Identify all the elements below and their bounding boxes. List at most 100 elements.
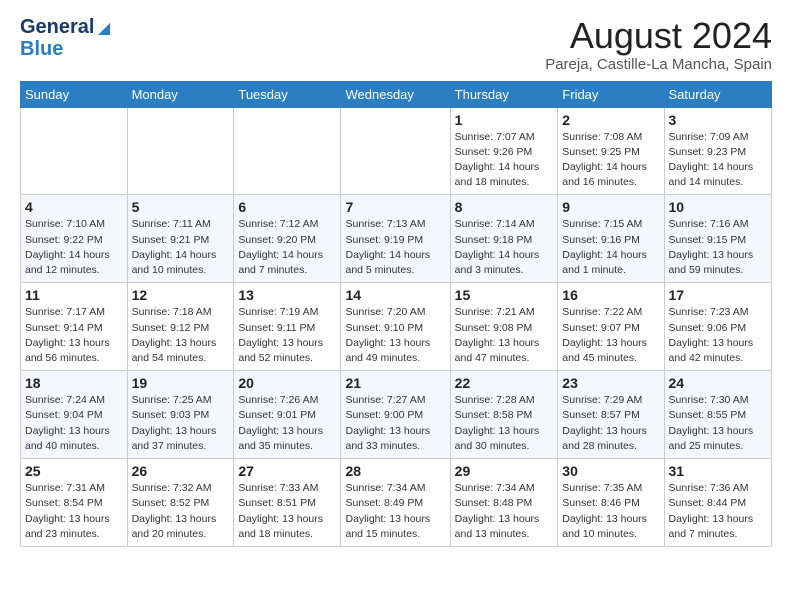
day-number: 25: [25, 463, 123, 479]
week-row-5: 25 Sunrise: 7:31 AMSunset: 8:54 PMDayligh…: [21, 459, 772, 547]
calendar-cell: 20 Sunrise: 7:26 AMSunset: 9:01 PMDayligh…: [234, 371, 341, 459]
day-info: Sunrise: 7:34 AMSunset: 8:48 PMDaylight:…: [455, 481, 554, 542]
logo-general: General: [20, 16, 94, 38]
day-number: 7: [345, 199, 445, 215]
location-subtitle: Pareja, Castille-La Mancha, Spain: [545, 56, 772, 73]
calendar-cell: 11 Sunrise: 7:17 AMSunset: 9:14 PMDayligh…: [21, 283, 128, 371]
day-info: Sunrise: 7:18 AMSunset: 9:12 PMDaylight:…: [132, 305, 230, 366]
calendar-cell: 25 Sunrise: 7:31 AMSunset: 8:54 PMDayligh…: [21, 459, 128, 547]
day-info: Sunrise: 7:16 AMSunset: 9:15 PMDaylight:…: [669, 217, 767, 278]
calendar-cell: 21Sunrise: 7:27 AMSunset: 9:00 PMDayligh…: [341, 371, 450, 459]
day-number: 26: [132, 463, 230, 479]
calendar-cell: 13Sunrise: 7:19 AMSunset: 9:11 PMDayligh…: [234, 283, 341, 371]
day-number: 5: [132, 199, 230, 215]
day-number: 24: [669, 375, 767, 391]
day-info: Sunrise: 7:33 AMSunset: 8:51 PMDaylight:…: [238, 481, 336, 542]
day-number: 27: [238, 463, 336, 479]
day-info: Sunrise: 7:35 AMSunset: 8:46 PMDaylight:…: [562, 481, 659, 542]
day-info: Sunrise: 7:22 AMSunset: 9:07 PMDaylight:…: [562, 305, 659, 366]
day-info: Sunrise: 7:15 AMSunset: 9:16 PMDaylight:…: [562, 217, 659, 278]
day-number: 13: [238, 287, 336, 303]
day-info: Sunrise: 7:28 AMSunset: 8:58 PMDaylight:…: [455, 393, 554, 454]
day-info: Sunrise: 7:14 AMSunset: 9:18 PMDaylight:…: [455, 217, 554, 278]
day-number: 16: [562, 287, 659, 303]
day-info: Sunrise: 7:29 AMSunset: 8:57 PMDaylight:…: [562, 393, 659, 454]
calendar-body: 1 Sunrise: 7:07 AMSunset: 9:26 PMDaylight…: [21, 107, 772, 546]
day-number: 2: [562, 112, 659, 128]
calendar-cell: 1 Sunrise: 7:07 AMSunset: 9:26 PMDaylight…: [450, 107, 558, 195]
days-row: SundayMondayTuesdayWednesdayThursdayFrid…: [21, 81, 772, 107]
calendar-table: SundayMondayTuesdayWednesdayThursdayFrid…: [20, 81, 772, 547]
day-number: 4: [25, 199, 123, 215]
day-number: 10: [669, 199, 767, 215]
logo: General Blue: [20, 16, 113, 60]
day-number: 22: [455, 375, 554, 391]
calendar-cell: 5 Sunrise: 7:11 AMSunset: 9:21 PMDaylight…: [127, 195, 234, 283]
day-info: Sunrise: 7:21 AMSunset: 9:08 PMDaylight:…: [455, 305, 554, 366]
calendar-cell: 2 Sunrise: 7:08 AMSunset: 9:25 PMDaylight…: [558, 107, 664, 195]
month-year-title: August 2024: [545, 16, 772, 56]
calendar-cell: [21, 107, 128, 195]
day-number: 11: [25, 287, 123, 303]
day-number: 18: [25, 375, 123, 391]
calendar-cell: 15Sunrise: 7:21 AMSunset: 9:08 PMDayligh…: [450, 283, 558, 371]
day-info: Sunrise: 7:25 AMSunset: 9:03 PMDaylight:…: [132, 393, 230, 454]
calendar-cell: [127, 107, 234, 195]
day-info: Sunrise: 7:10 AMSunset: 9:22 PMDaylight:…: [25, 217, 123, 278]
day-number: 20: [238, 375, 336, 391]
day-header-wednesday: Wednesday: [341, 81, 450, 107]
day-info: Sunrise: 7:34 AMSunset: 8:49 PMDaylight:…: [345, 481, 445, 542]
calendar-cell: 6Sunrise: 7:12 AMSunset: 9:20 PMDaylight…: [234, 195, 341, 283]
day-info: Sunrise: 7:07 AMSunset: 9:26 PMDaylight:…: [455, 130, 554, 191]
calendar-cell: 18Sunrise: 7:24 AMSunset: 9:04 PMDayligh…: [21, 371, 128, 459]
calendar-cell: 19 Sunrise: 7:25 AMSunset: 9:03 PMDayligh…: [127, 371, 234, 459]
day-info: Sunrise: 7:26 AMSunset: 9:01 PMDaylight:…: [238, 393, 336, 454]
calendar-cell: 14 Sunrise: 7:20 AMSunset: 9:10 PMDayligh…: [341, 283, 450, 371]
day-info: Sunrise: 7:36 AMSunset: 8:44 PMDaylight:…: [669, 481, 767, 542]
day-info: Sunrise: 7:09 AMSunset: 9:23 PMDaylight:…: [669, 130, 767, 191]
day-info: Sunrise: 7:12 AMSunset: 9:20 PMDaylight:…: [238, 217, 336, 278]
day-number: 14: [345, 287, 445, 303]
calendar-cell: 27 Sunrise: 7:33 AMSunset: 8:51 PMDayligh…: [234, 459, 341, 547]
day-header-monday: Monday: [127, 81, 234, 107]
day-number: 28: [345, 463, 445, 479]
logo-triangle-icon: [95, 19, 113, 37]
week-row-2: 4 Sunrise: 7:10 AMSunset: 9:22 PMDaylight…: [21, 195, 772, 283]
day-info: Sunrise: 7:11 AMSunset: 9:21 PMDaylight:…: [132, 217, 230, 278]
day-header-sunday: Sunday: [21, 81, 128, 107]
calendar-cell: 29 Sunrise: 7:34 AMSunset: 8:48 PMDayligh…: [450, 459, 558, 547]
week-row-1: 1 Sunrise: 7:07 AMSunset: 9:26 PMDaylight…: [21, 107, 772, 195]
calendar-cell: 23 Sunrise: 7:29 AMSunset: 8:57 PMDayligh…: [558, 371, 664, 459]
day-info: Sunrise: 7:17 AMSunset: 9:14 PMDaylight:…: [25, 305, 123, 366]
day-number: 29: [455, 463, 554, 479]
calendar-cell: 7Sunrise: 7:13 AMSunset: 9:19 PMDaylight…: [341, 195, 450, 283]
day-info: Sunrise: 7:30 AMSunset: 8:55 PMDaylight:…: [669, 393, 767, 454]
day-number: 19: [132, 375, 230, 391]
day-header-thursday: Thursday: [450, 81, 558, 107]
calendar-cell: 4 Sunrise: 7:10 AMSunset: 9:22 PMDaylight…: [21, 195, 128, 283]
calendar-cell: 17Sunrise: 7:23 AMSunset: 9:06 PMDayligh…: [664, 283, 771, 371]
day-header-saturday: Saturday: [664, 81, 771, 107]
calendar-cell: 30 Sunrise: 7:35 AMSunset: 8:46 PMDayligh…: [558, 459, 664, 547]
calendar-cell: 26Sunrise: 7:32 AMSunset: 8:52 PMDayligh…: [127, 459, 234, 547]
day-number: 17: [669, 287, 767, 303]
day-number: 12: [132, 287, 230, 303]
day-number: 3: [669, 112, 767, 128]
calendar-cell: 10 Sunrise: 7:16 AMSunset: 9:15 PMDayligh…: [664, 195, 771, 283]
day-number: 8: [455, 199, 554, 215]
day-info: Sunrise: 7:31 AMSunset: 8:54 PMDaylight:…: [25, 481, 123, 542]
day-info: Sunrise: 7:20 AMSunset: 9:10 PMDaylight:…: [345, 305, 445, 366]
calendar-cell: 28 Sunrise: 7:34 AMSunset: 8:49 PMDayligh…: [341, 459, 450, 547]
day-header-friday: Friday: [558, 81, 664, 107]
day-number: 23: [562, 375, 659, 391]
day-info: Sunrise: 7:08 AMSunset: 9:25 PMDaylight:…: [562, 130, 659, 191]
day-number: 30: [562, 463, 659, 479]
title-area: August 2024 Pareja, Castille-La Mancha, …: [545, 16, 772, 73]
calendar-cell: 31Sunrise: 7:36 AMSunset: 8:44 PMDayligh…: [664, 459, 771, 547]
header-area: General Blue August 2024 Pareja, Castill…: [20, 16, 772, 73]
calendar-cell: 12 Sunrise: 7:18 AMSunset: 9:12 PMDayligh…: [127, 283, 234, 371]
calendar-cell: 16 Sunrise: 7:22 AMSunset: 9:07 PMDayligh…: [558, 283, 664, 371]
day-number: 9: [562, 199, 659, 215]
day-header-tuesday: Tuesday: [234, 81, 341, 107]
day-number: 1: [455, 112, 554, 128]
